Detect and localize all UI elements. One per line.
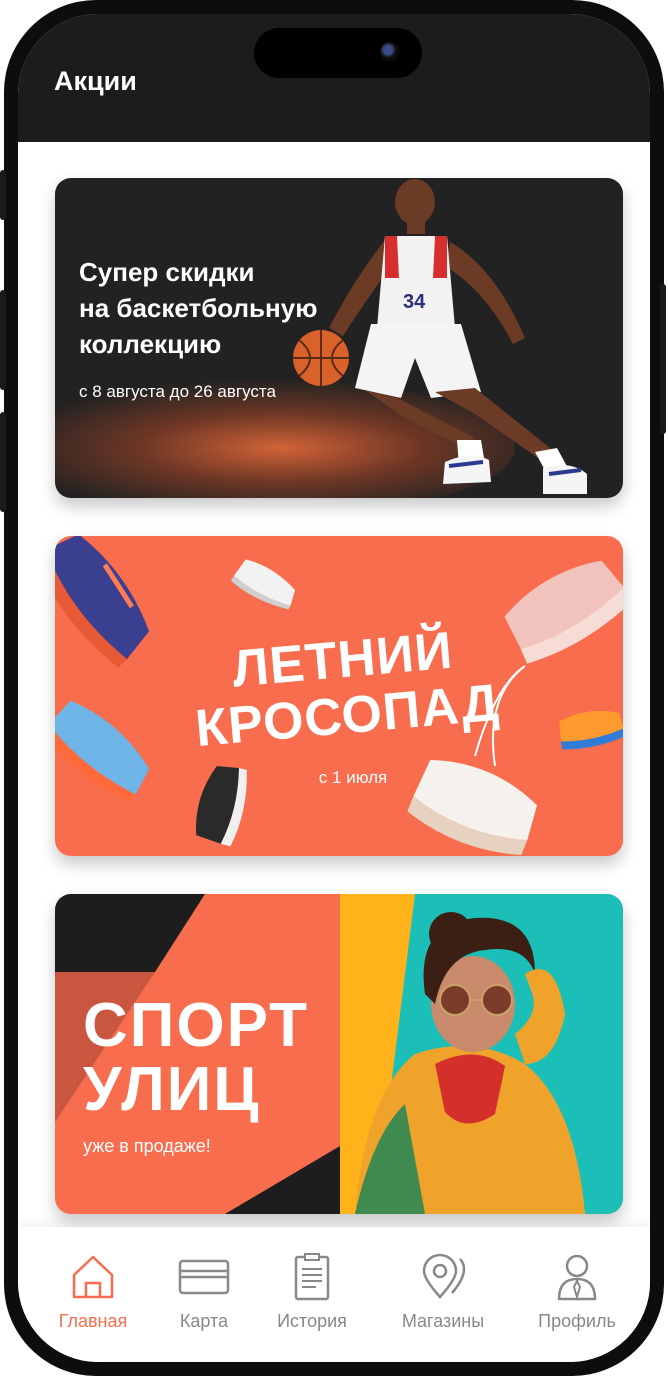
tab-stores[interactable]: Магазины — [388, 1253, 498, 1349]
page-title: Акции — [54, 66, 137, 96]
tab-profile[interactable]: Профиль — [522, 1253, 632, 1349]
tab-label: Профиль — [538, 1311, 616, 1331]
screen: Акции 34 Супер скидки на баскетбольную к… — [18, 14, 650, 1362]
action-button — [0, 170, 6, 220]
user-icon — [557, 1254, 597, 1301]
dynamic-island — [254, 28, 422, 78]
promo-dates: с 8 августа до 26 августа — [79, 382, 276, 401]
tab-label: История — [277, 1311, 347, 1331]
card-icon — [178, 1259, 230, 1295]
svg-text:34: 34 — [403, 291, 426, 313]
camera-icon — [380, 42, 400, 62]
promo-subtitle: уже в продаже! — [83, 1136, 211, 1156]
promo-title: Супер скидки на баскетбольную коллекцию — [79, 257, 318, 359]
home-icon — [72, 1255, 114, 1299]
tab-home[interactable]: Главная — [38, 1253, 148, 1349]
phone-frame: Акции 34 Супер скидки на баскетбольную к… — [0, 0, 666, 1376]
app-header: Акции — [18, 14, 650, 142]
volume-down-button — [0, 412, 6, 512]
promo-title: СПОРТ УЛИЦ — [83, 991, 309, 1124]
tab-label: Магазины — [401, 1311, 485, 1331]
tab-label: Карта — [179, 1311, 229, 1331]
tab-card[interactable]: Карта — [149, 1253, 259, 1349]
promo-card-street[interactable]: СПОРТ УЛИЦ уже в продаже! — [55, 894, 623, 1214]
promo-dates: с 1 июля — [318, 768, 388, 787]
volume-up-button — [0, 290, 6, 390]
power-button — [660, 284, 666, 434]
promo-card-sneakers[interactable]: ЛЕТНИЙ КРОСОПАД с 1 июля — [55, 536, 623, 856]
map-pin-icon — [422, 1253, 466, 1299]
promo-feed[interactable]: 34 Супер скидки на баскетбольную коллекц… — [18, 142, 650, 1227]
tab-history[interactable]: История — [257, 1253, 367, 1349]
receipt-icon — [294, 1253, 330, 1301]
tab-label: Главная — [58, 1311, 128, 1331]
bottom-tab-bar: Главная Карта История Магазины Профиль — [18, 1227, 650, 1362]
promo-card-basketball[interactable]: 34 Супер скидки на баскетбольную коллекц… — [55, 178, 623, 498]
